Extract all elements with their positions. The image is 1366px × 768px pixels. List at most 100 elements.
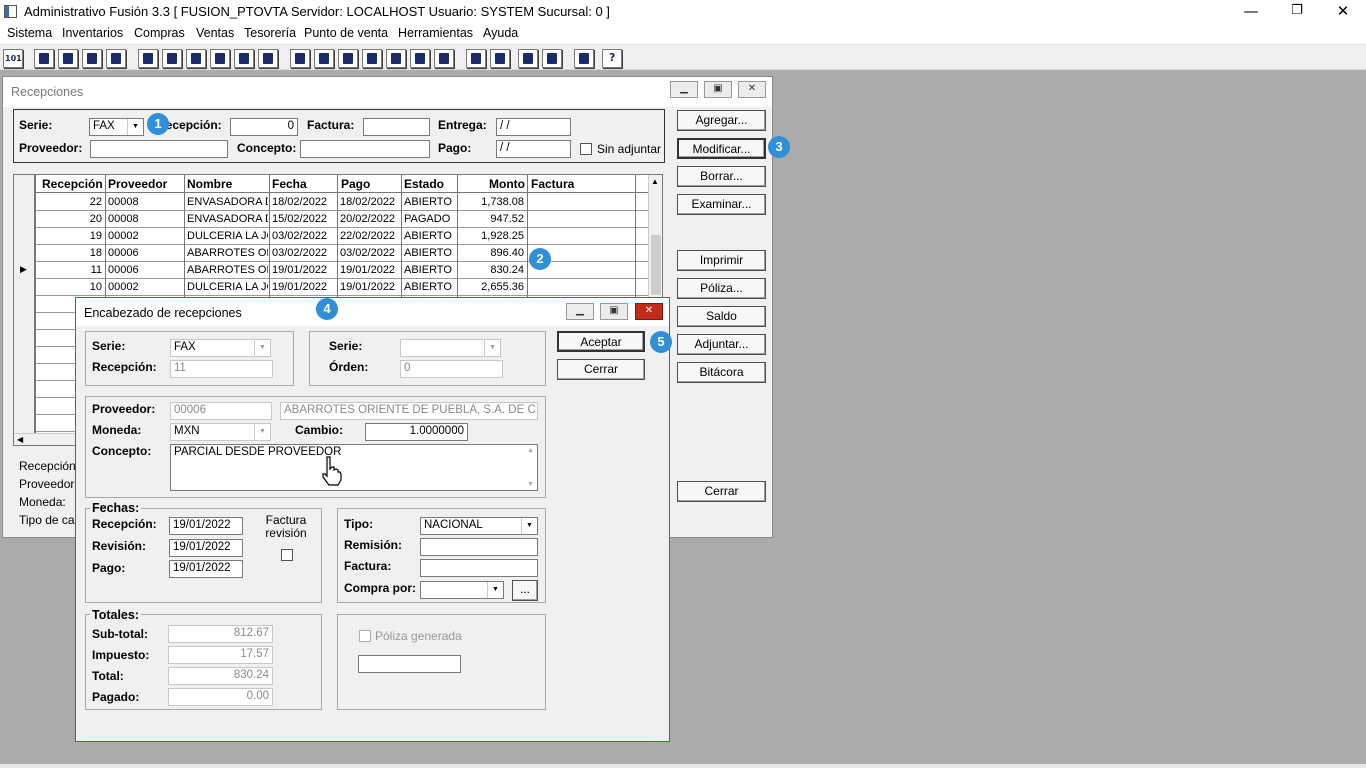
menu-punto-de-venta[interactable]: Punto de venta — [304, 26, 388, 40]
scroll-down-icon[interactable]: ▼ — [527, 481, 534, 488]
poliza-button[interactable]: Póliza... — [677, 278, 766, 299]
add-icon[interactable] — [362, 49, 382, 68]
compra-por-ellipsis-button[interactable]: ... — [512, 580, 538, 601]
help-icon[interactable]: ? — [602, 49, 622, 68]
enc-orden-input[interactable]: 0 — [400, 360, 503, 378]
remision-input[interactable] — [420, 538, 538, 556]
factura-revision-checkbox[interactable] — [281, 549, 293, 561]
fecha-pago-input[interactable]: 19/01/2022 — [169, 560, 243, 578]
menu-compras[interactable]: Compras — [134, 26, 185, 40]
factura-input[interactable] — [420, 559, 538, 577]
enc-moneda-select[interactable]: MXN ▼ — [170, 423, 271, 441]
encabezado-close-button[interactable]: ✕ — [635, 303, 663, 320]
agregar-button[interactable]: Agregar... — [677, 110, 766, 131]
enc-concepto-textarea[interactable]: PARCIAL DESDE PROVEEDOR ▲ ▼ — [170, 444, 538, 491]
table-row[interactable]: 11 00006 ABARROTES OR 19/01/2022 19/01/2022 A… — [14, 262, 648, 279]
col-factura[interactable]: Factura — [531, 177, 574, 191]
page-icon[interactable] — [410, 49, 430, 68]
menu-ayuda[interactable]: Ayuda — [483, 26, 518, 40]
adjuntar-button[interactable]: Adjuntar... — [677, 334, 766, 355]
list-icon[interactable] — [258, 49, 278, 68]
factura-filter-input[interactable] — [363, 118, 430, 136]
saldo-button[interactable]: Saldo — [677, 306, 766, 327]
recepciones-restore-button[interactable]: ▣ — [704, 81, 732, 98]
recepciones-cerrar-button[interactable]: Cerrar — [677, 481, 766, 502]
recepcion-filter-input[interactable]: 0 — [230, 118, 298, 136]
scroll-up-icon[interactable]: ▲ — [527, 447, 534, 454]
poliza-generada-label: Póliza generada — [375, 629, 462, 643]
col-proveedor[interactable]: Proveedor — [108, 177, 167, 191]
col-monto[interactable]: Monto — [489, 177, 525, 191]
proveedor-filter-input[interactable] — [90, 140, 228, 158]
enc-recepcion-input[interactable]: 11 — [170, 360, 273, 378]
col-pago[interactable]: Pago — [341, 177, 370, 191]
col-nombre[interactable]: Nombre — [187, 177, 232, 191]
export-icon[interactable] — [338, 49, 358, 68]
examinar-button[interactable]: Examinar... — [677, 194, 766, 215]
col-fecha[interactable]: Fecha — [272, 177, 307, 191]
sin-adjuntar-checkbox[interactable] — [580, 143, 592, 155]
poliza-generada-checkbox[interactable] — [359, 630, 371, 642]
imprimir-button[interactable]: Imprimir — [677, 250, 766, 271]
user-edit-icon[interactable] — [186, 49, 206, 68]
table-row[interactable]: 18 00006 ABARROTES OR 03/02/2022 03/02/2022 A… — [14, 245, 648, 262]
zoom-icon[interactable] — [490, 49, 510, 68]
concepto-filter-input[interactable] — [300, 140, 430, 158]
recepciones-close-button[interactable]: ✕ — [738, 81, 766, 98]
table-row[interactable]: 22 00008 ENVASADORA D 18/02/2022 18/02/2022 A… — [14, 194, 648, 211]
borrar-button[interactable]: Borrar... — [677, 166, 766, 187]
enc-cambio-input[interactable]: 1.0000000 — [365, 423, 468, 441]
enc-serie-select[interactable]: FAX ▼ — [170, 339, 271, 357]
scroll-up-icon[interactable]: ▲ — [651, 177, 659, 186]
close-button[interactable]: ✕ — [1320, 0, 1366, 24]
serie-select[interactable]: FAX ▼ — [89, 118, 144, 136]
refresh-icon[interactable] — [518, 49, 538, 68]
clipboard-icon[interactable] — [58, 49, 78, 68]
enc-cerrar-button[interactable]: Cerrar — [557, 359, 645, 380]
table-row[interactable]: 20 00008 ENVASADORA D 15/02/2022 20/02/2022 P… — [14, 211, 648, 228]
scroll-left-icon[interactable]: ◀ — [17, 435, 23, 444]
modificar-button[interactable]: Modificar... — [677, 138, 766, 159]
bitacora-button[interactable]: Bitácora — [677, 362, 766, 383]
table-row[interactable]: 19 00002 DULCERIA LA JC 03/02/2022 22/02/202… — [14, 228, 648, 245]
back-icon[interactable] — [574, 49, 594, 68]
menu-tesoreria[interactable]: Tesorería — [244, 26, 296, 40]
aceptar-button[interactable]: Aceptar — [557, 331, 645, 352]
poliza-input[interactable] — [358, 655, 461, 673]
fecha-recepcion-input[interactable]: 19/01/2022 — [169, 517, 243, 535]
menu-ventas[interactable]: Ventas — [196, 26, 234, 40]
report-icon[interactable] — [434, 49, 454, 68]
box-icon[interactable] — [314, 49, 334, 68]
restore-button[interactable]: ❐ — [1274, 0, 1320, 24]
folder-icon[interactable] — [162, 49, 182, 68]
menu-herramientas[interactable]: Herramientas — [398, 26, 473, 40]
encabezado-minimize-button[interactable]: ▁ — [566, 303, 594, 320]
menu-sistema[interactable]: Sistema — [7, 26, 52, 40]
compra-por-select[interactable]: ▼ — [420, 581, 504, 599]
transfer-icon[interactable] — [82, 49, 102, 68]
copy-icon[interactable] — [34, 49, 54, 68]
col-recepcion[interactable]: Recepción — [42, 177, 103, 191]
table-row[interactable]: 10 00002 DULCERIA LA JC 19/01/2022 19/01/202… — [14, 279, 648, 296]
menu-inventarios[interactable]: Inventarios — [62, 26, 123, 40]
enc-proveedor-code[interactable]: 00006 — [170, 402, 272, 420]
col-estado[interactable]: Estado — [404, 177, 444, 191]
minimize-button[interactable]: — — [1228, 0, 1274, 24]
print-icon[interactable] — [210, 49, 230, 68]
binoculars-icon[interactable] — [290, 49, 310, 68]
contact-icon[interactable] — [138, 49, 158, 68]
entrega-filter-input[interactable]: / / — [496, 118, 571, 136]
undo-icon[interactable] — [542, 49, 562, 68]
tipo-select[interactable]: NACIONAL ▼ — [420, 517, 538, 535]
fecha-revision-input[interactable]: 19/01/2022 — [169, 539, 243, 557]
scroll-thumb[interactable] — [651, 235, 661, 295]
document-icon[interactable] — [234, 49, 254, 68]
search-doc-icon[interactable] — [106, 49, 126, 68]
pago-filter-input[interactable]: / / — [496, 140, 571, 158]
dollar-icon[interactable] — [386, 49, 406, 68]
encabezado-restore-button[interactable]: ▣ — [600, 303, 628, 320]
enc-serie2-select[interactable]: ▼ — [400, 339, 501, 357]
recepciones-minimize-button[interactable]: ▁ — [670, 81, 698, 98]
home-icon[interactable] — [466, 49, 486, 68]
calculator-icon[interactable]: 101 — [3, 49, 23, 68]
